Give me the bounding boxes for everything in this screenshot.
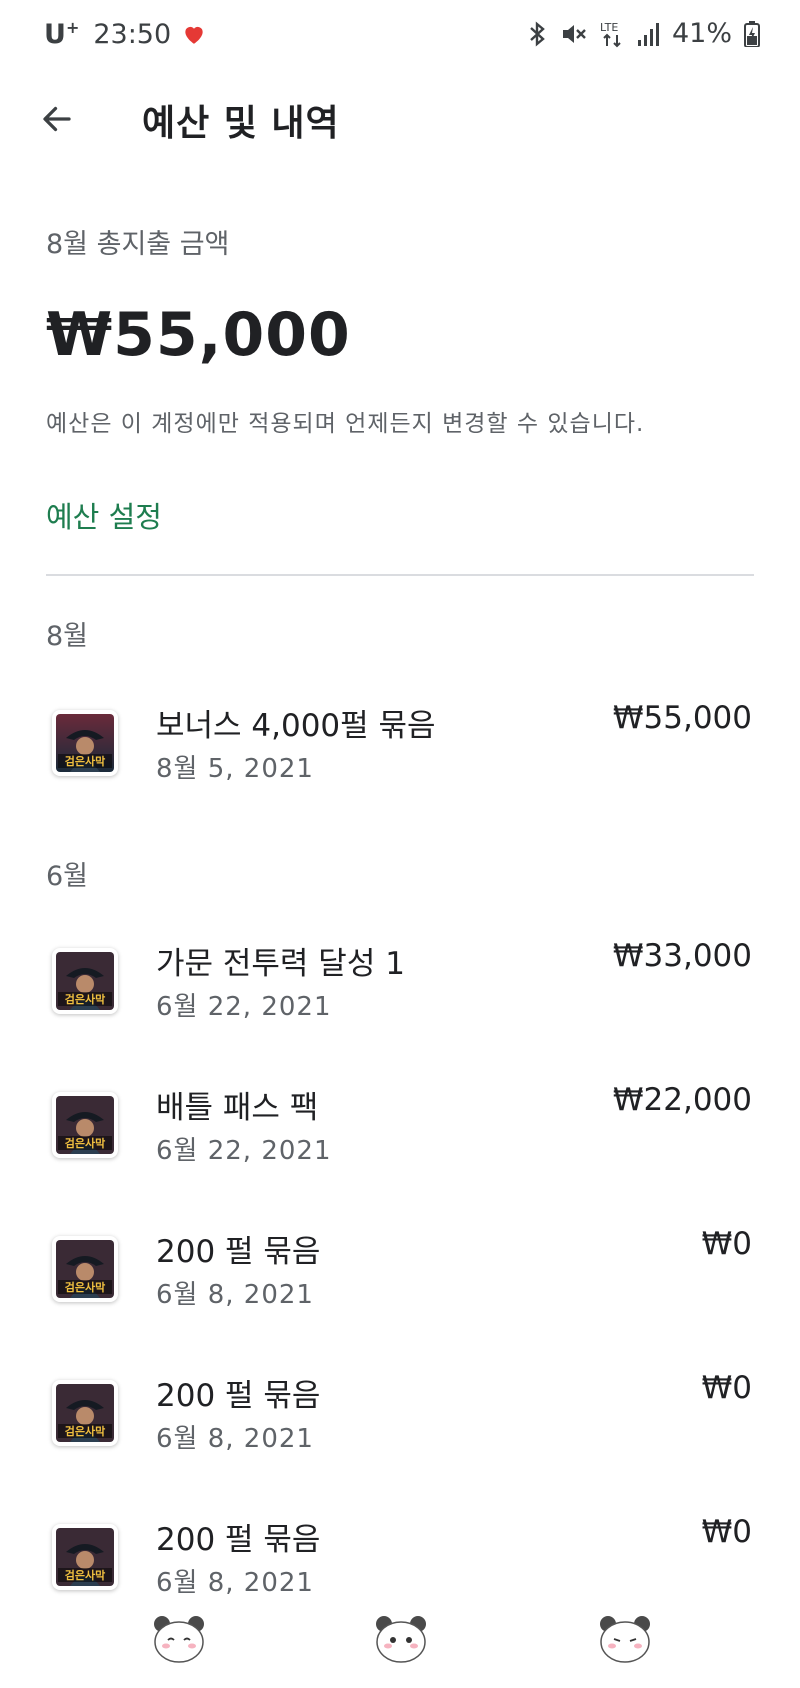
- panda-sticker-icon: [154, 1616, 204, 1663]
- divider: [46, 574, 754, 576]
- app-icon: 검은사막: [52, 948, 118, 1014]
- signal-icon: [637, 22, 659, 46]
- transaction-date: 6월 22, 2021: [156, 1136, 332, 1166]
- transaction-row[interactable]: 검은사막 200 펄 묶음 6월 8, 2021 ₩0: [0, 1370, 800, 1480]
- transaction-row[interactable]: 검은사막 가문 전투력 달성 1 6월 22, 2021 ₩33,000: [0, 938, 800, 1048]
- heart-icon: [185, 26, 203, 44]
- svg-text:검은사막: 검은사막: [65, 992, 105, 1006]
- app-icon: 검은사막: [52, 1524, 118, 1590]
- transaction-row[interactable]: 검은사막 보너스 4,000펄 묶음 8월 5, 2021 ₩55,000: [0, 700, 800, 810]
- status-right: LTE 41%: [526, 18, 760, 49]
- carrier-label: U+: [44, 18, 80, 50]
- battery-percent: 41%: [671, 18, 732, 49]
- transaction-date: 8월 5, 2021: [156, 754, 314, 784]
- panda-sticker-icon: [376, 1616, 426, 1663]
- total-spending-label: 8월 총지출 금액: [46, 229, 230, 260]
- transaction-amount: ₩0: [701, 1370, 752, 1406]
- total-spending-amount: ₩55,000: [46, 300, 351, 370]
- app-icon: 검은사막: [52, 1092, 118, 1158]
- transaction-date: 6월 22, 2021: [156, 992, 332, 1022]
- budget-note: 예산은 이 계정에만 적용되며 언제든지 변경할 수 있습니다.: [46, 411, 645, 437]
- transaction-title: 가문 전투력 달성 1: [156, 946, 405, 982]
- svg-text:검은사막: 검은사막: [65, 1136, 105, 1150]
- page-title: 예산 및 내역: [142, 103, 340, 144]
- clock: 23:50: [93, 18, 172, 50]
- mute-icon: [562, 24, 586, 43]
- svg-text:검은사막: 검은사막: [65, 1280, 105, 1294]
- app-icon: 검은사막: [52, 1236, 118, 1302]
- app-icon: 검은사막: [52, 710, 118, 776]
- transaction-title: 배틀 패스 팩: [156, 1090, 319, 1126]
- svg-text:검은사막: 검은사막: [65, 1568, 105, 1582]
- transaction-title: 보너스 4,000펄 묶음: [156, 708, 436, 744]
- transaction-row[interactable]: 검은사막 배틀 패스 팩 6월 22, 2021 ₩22,000: [0, 1082, 800, 1192]
- svg-text:LTE: LTE: [600, 21, 618, 34]
- app-bar: 예산 및 내역: [0, 80, 800, 160]
- transaction-amount: ₩55,000: [612, 700, 752, 736]
- set-budget-link[interactable]: 예산 설정: [46, 494, 162, 536]
- svg-text:검은사막: 검은사막: [65, 754, 105, 768]
- back-button[interactable]: [28, 90, 86, 148]
- transaction-title: 200 펄 묶음: [156, 1234, 321, 1270]
- status-bar: U+ 23:50 LTE 41%: [0, 0, 800, 80]
- bluetooth-icon: [530, 20, 545, 47]
- transaction-amount: ₩22,000: [612, 1082, 752, 1118]
- transaction-amount: ₩33,000: [612, 938, 752, 974]
- battery-charging-icon: [744, 20, 760, 47]
- panda-sticker-icon: [600, 1616, 650, 1663]
- arrow-back-icon: [43, 106, 71, 132]
- month-header-june: 6월: [46, 861, 89, 892]
- transaction-title: 200 펄 묶음: [156, 1522, 321, 1558]
- transaction-date: 6월 8, 2021: [156, 1424, 314, 1454]
- transaction-amount: ₩0: [701, 1514, 752, 1550]
- transaction-title: 200 펄 묶음: [156, 1378, 321, 1414]
- status-left: U+ 23:50: [44, 18, 207, 50]
- lte-icon: LTE: [600, 21, 621, 47]
- transaction-date: 6월 8, 2021: [156, 1280, 314, 1310]
- transaction-date: 6월 8, 2021: [156, 1568, 314, 1598]
- transaction-amount: ₩0: [701, 1226, 752, 1262]
- app-icon: 검은사막: [52, 1380, 118, 1446]
- month-header-august: 8월: [46, 621, 89, 652]
- svg-text:검은사막: 검은사막: [65, 1424, 105, 1438]
- transaction-row[interactable]: 검은사막 200 펄 묶음 6월 8, 2021 ₩0: [0, 1226, 800, 1336]
